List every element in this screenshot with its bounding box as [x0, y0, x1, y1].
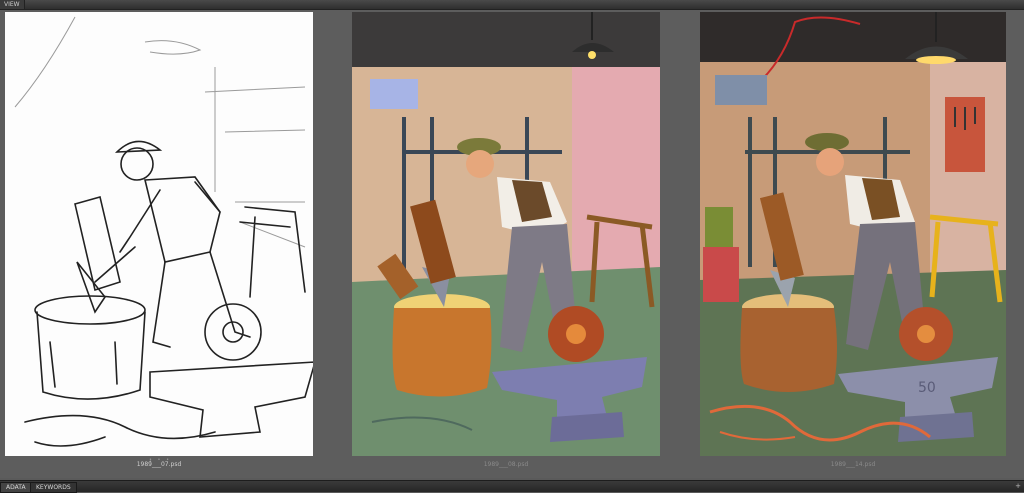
thumbnail-canvas: 50 • • • • 1989___07.psd 1989___08.psd 1… — [0, 10, 1024, 478]
bottom-panel-bar: ADATA KEYWORDS + — [0, 480, 1024, 493]
thumbnail-label-3: 1989___14.psd — [830, 461, 876, 468]
top-panel-bar: VIEW — [0, 0, 1024, 10]
thumbnail-final[interactable]: 50 — [700, 12, 1006, 456]
tab-metadata[interactable]: ADATA — [0, 482, 32, 493]
thumbnail-label-1: 1989___07.psd — [136, 461, 182, 468]
view-tab[interactable]: VIEW — [0, 0, 25, 9]
sketch-image — [5, 12, 313, 456]
anvil-mark: 50 — [918, 380, 936, 396]
final-image: 50 — [700, 12, 1006, 456]
thumbnail-label-2: 1989___08.psd — [483, 461, 529, 468]
tab-keywords[interactable]: KEYWORDS — [30, 482, 77, 493]
thumbnail-color[interactable] — [352, 12, 660, 456]
thumbnail-sketch[interactable] — [5, 12, 313, 456]
expand-plus-icon[interactable]: + — [1015, 481, 1021, 492]
color-image — [352, 12, 660, 456]
